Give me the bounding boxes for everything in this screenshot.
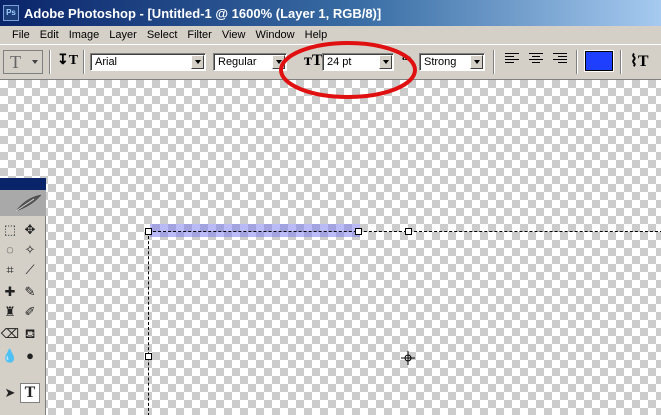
- menu-help[interactable]: Help: [300, 29, 333, 41]
- font-style-select[interactable]: Regular: [213, 53, 287, 71]
- crop-icon[interactable]: ⌗: [0, 260, 20, 280]
- chevron-down-icon: [32, 60, 38, 64]
- toggle-text-orientation-icon[interactable]: ↧T: [57, 52, 78, 70]
- menu-filter[interactable]: Filter: [182, 29, 216, 41]
- feather-icon: [15, 194, 42, 212]
- menu-file[interactable]: File: [0, 29, 35, 41]
- align-center-icon[interactable]: [529, 53, 545, 67]
- bbox-handle-top-middle[interactable]: [405, 228, 412, 235]
- title-bar: Ps Adobe Photoshop - [Untitled-1 @ 1600%…: [0, 0, 661, 26]
- reference-point-icon[interactable]: [400, 350, 416, 366]
- menu-layer[interactable]: Layer: [104, 29, 142, 41]
- blur-icon[interactable]: 💧: [0, 346, 20, 366]
- tool-options-bar: T ↧T Arial Regular ᴛT 24 pt aa Strong ⌇T: [0, 44, 661, 80]
- magic-wand-icon[interactable]: ✧: [20, 240, 40, 260]
- text-color-swatch[interactable]: [585, 51, 613, 71]
- paint-bucket-icon[interactable]: ⛾: [20, 324, 40, 344]
- divider: [576, 50, 578, 74]
- menu-bar: File Edit Image Layer Select Filter View…: [0, 26, 661, 44]
- font-size-value: 24 pt: [327, 56, 352, 68]
- type-tool-icon[interactable]: T: [20, 383, 40, 403]
- chevron-down-icon[interactable]: [272, 55, 285, 69]
- toolbox-title-bar[interactable]: [0, 178, 46, 190]
- font-family-value: Arial: [95, 56, 118, 68]
- font-style-value: Regular: [218, 56, 257, 68]
- font-size-icon: ᴛT: [304, 52, 323, 69]
- dodge-icon[interactable]: ●: [20, 346, 40, 366]
- bbox-handle-middle-left[interactable]: [145, 353, 152, 360]
- history-brush-icon[interactable]: ✐: [20, 302, 40, 322]
- tool-preset-picker[interactable]: T: [3, 50, 43, 74]
- antialias-select[interactable]: Strong: [419, 53, 485, 71]
- text-bounding-box[interactable]: [148, 231, 661, 415]
- window-title: Adobe Photoshop - [Untitled-1 @ 1600% (L…: [24, 5, 382, 21]
- warp-text-icon[interactable]: ⌇T: [630, 51, 648, 71]
- antialias-icon: aa: [402, 51, 411, 63]
- align-right-icon[interactable]: [553, 53, 569, 67]
- photoshop-app-icon: Ps: [3, 5, 19, 21]
- divider: [620, 50, 622, 74]
- divider: [49, 50, 51, 74]
- bbox-handle-top-left[interactable]: [145, 228, 152, 235]
- brush-icon[interactable]: ✎: [20, 282, 40, 302]
- font-size-select[interactable]: 24 pt: [322, 53, 394, 71]
- toolbox-panel: ⬚ ✥ ◌ ✧ ⌗ ⟋ ✚ ✎ ♜ ✐ ⌫ ⛾ 💧 ● ➤ T: [0, 178, 46, 415]
- path-selection-icon[interactable]: ➤: [0, 383, 20, 403]
- eraser-icon[interactable]: ⌫: [0, 324, 20, 344]
- menu-edit[interactable]: Edit: [35, 29, 64, 41]
- menu-view[interactable]: View: [217, 29, 251, 41]
- move-tool-icon[interactable]: ✥: [20, 220, 40, 240]
- healing-brush-icon[interactable]: ✚: [0, 282, 20, 302]
- chevron-down-icon[interactable]: [379, 55, 392, 69]
- font-family-select[interactable]: Arial: [90, 53, 206, 71]
- align-left-icon[interactable]: [505, 53, 521, 67]
- divider: [83, 50, 85, 74]
- clone-stamp-icon[interactable]: ♜: [0, 302, 20, 322]
- chevron-down-icon[interactable]: [470, 55, 483, 69]
- divider: [493, 50, 495, 74]
- rectangular-marquee-icon[interactable]: ⬚: [0, 220, 20, 240]
- type-tool-icon: T: [10, 52, 21, 72]
- slice-icon[interactable]: ⟋: [20, 260, 40, 280]
- menu-image[interactable]: Image: [64, 29, 105, 41]
- menu-select[interactable]: Select: [142, 29, 183, 41]
- antialias-value: Strong: [424, 56, 457, 68]
- chevron-down-icon[interactable]: [191, 55, 204, 69]
- lasso-icon[interactable]: ◌: [0, 240, 20, 260]
- bbox-handle-top-left-mid[interactable]: [355, 228, 362, 235]
- menu-window[interactable]: Window: [251, 29, 300, 41]
